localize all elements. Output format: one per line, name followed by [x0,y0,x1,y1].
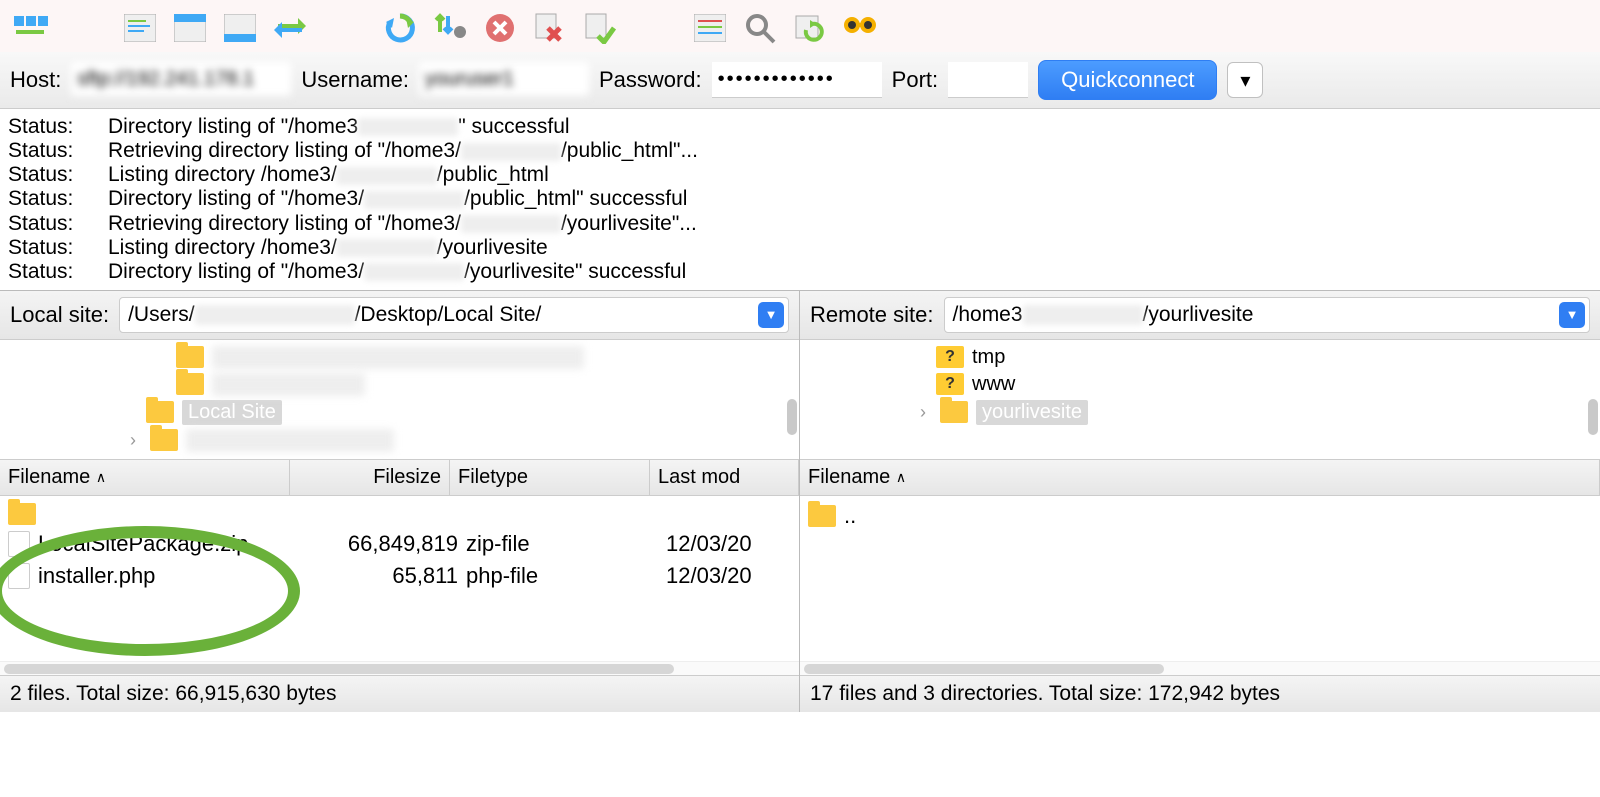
toggle-log-icon[interactable] [120,8,160,48]
username-label: Username: [301,67,409,93]
remote-path-input[interactable]: /home3 /yourlivesite ▼ [944,297,1591,333]
filter-icon[interactable] [690,8,730,48]
quickconnect-bar: Host: Username: Password: Port: Quickcon… [0,52,1600,109]
password-label: Password: [599,67,702,93]
expand-icon[interactable]: › [124,430,142,451]
log-line: Status:Directory listing of "/home3//you… [8,260,1592,284]
tree-item-selected[interactable]: Local Site [182,400,282,425]
cancel-icon[interactable] [480,8,520,48]
scrollbar-vertical[interactable] [1588,399,1598,435]
local-path-input[interactable]: /Users/ /Desktop/Local Site/ ▼ [119,297,789,333]
message-log[interactable]: Status:Directory listing of "/home3" suc… [0,109,1600,291]
remote-panel: Remote site: /home3 /yourlivesite ▼ ? tmp… [800,291,1600,712]
remote-directory-tree[interactable]: ? tmp ? www › yourlivesite [800,340,1600,460]
username-input[interactable] [419,62,589,98]
column-filetype[interactable]: Filetype [450,460,650,495]
file-icon [8,563,30,589]
log-line: Status:Listing directory /home3//public_… [8,163,1592,187]
folder-icon [8,503,36,525]
expand-icon[interactable]: › [914,402,932,423]
scrollbar-vertical[interactable] [787,399,797,435]
remote-file-list[interactable]: .. [800,496,1600,661]
tree-item[interactable]: www [972,373,1015,396]
log-line: Status:Retrieving directory listing of "… [8,139,1592,163]
column-filesize[interactable]: Filesize [290,460,450,495]
tree-item[interactable]: tmp [972,346,1005,369]
folder-icon [146,401,174,423]
parent-dir-row[interactable]: .. [800,500,1600,532]
folder-icon [176,346,204,368]
file-icon [8,531,30,557]
compare-icon[interactable] [790,8,830,48]
disconnect-icon[interactable] [530,8,570,48]
log-line: Status:Retrieving directory listing of "… [8,212,1592,236]
folder-icon [808,505,836,527]
log-line: Status:Listing directory /home3//yourliv… [8,236,1592,260]
local-directory-tree[interactable]: fontawesome pro beta desktop long name s… [0,340,799,460]
find-icon[interactable] [840,8,880,48]
remote-site-label: Remote site: [810,302,934,328]
port-label: Port: [892,67,938,93]
scrollbar-horizontal[interactable] [0,661,799,675]
folder-icon [176,373,204,395]
local-site-label: Local site: [10,302,109,328]
remote-status-bar: 17 files and 3 directories. Total size: … [800,675,1600,712]
sort-ascending-icon: ∧ [96,469,106,485]
search-icon[interactable] [740,8,780,48]
folder-icon [940,401,968,423]
reconnect-icon[interactable] [580,8,620,48]
site-manager-icon[interactable] [10,8,50,48]
log-line: Status:Directory listing of "/home3" suc… [8,115,1592,139]
process-queue-icon[interactable] [430,8,470,48]
column-filename[interactable]: Filename ∧ [0,460,290,495]
chevron-down-icon[interactable]: ▼ [758,302,784,328]
tree-item-selected[interactable]: yourlivesite [976,400,1088,425]
file-row[interactable]: installer.php 65,811 php-file 12/03/20 [0,560,799,592]
scrollbar-horizontal[interactable] [800,661,1600,675]
local-status-bar: 2 files. Total size: 66,915,630 bytes [0,675,799,712]
host-input[interactable] [71,62,291,98]
local-panel: Local site: /Users/ /Desktop/Local Site/… [0,291,800,712]
log-line: Status:Directory listing of "/home3//pub… [8,187,1592,211]
port-input[interactable] [948,62,1028,98]
host-label: Host: [10,67,61,93]
parent-dir-row[interactable] [0,500,799,528]
quickconnect-history-dropdown[interactable]: ▾ [1227,62,1263,98]
unknown-folder-icon: ? [936,373,964,395]
password-input[interactable] [712,62,882,98]
toggle-queue-icon[interactable] [220,8,260,48]
sync-browse-icon[interactable] [270,8,310,48]
unknown-folder-icon: ? [936,346,964,368]
remote-file-header: Filename ∧ [800,460,1600,496]
chevron-down-icon[interactable]: ▼ [1559,302,1585,328]
column-filename[interactable]: Filename ∧ [800,460,1600,495]
file-row[interactable]: LocalSitePackage.zip 66,849,819 zip-file… [0,528,799,560]
main-toolbar [0,0,1600,52]
local-file-list[interactable]: LocalSitePackage.zip 66,849,819 zip-file… [0,496,799,661]
folder-icon [150,429,178,451]
sort-ascending-icon: ∧ [896,469,906,485]
quickconnect-button[interactable]: Quickconnect [1038,60,1217,100]
column-lastmod[interactable]: Last mod [650,460,799,495]
refresh-icon[interactable] [380,8,420,48]
local-file-header: Filename ∧ Filesize Filetype Last mod [0,460,799,496]
toggle-tree-icon[interactable] [170,8,210,48]
